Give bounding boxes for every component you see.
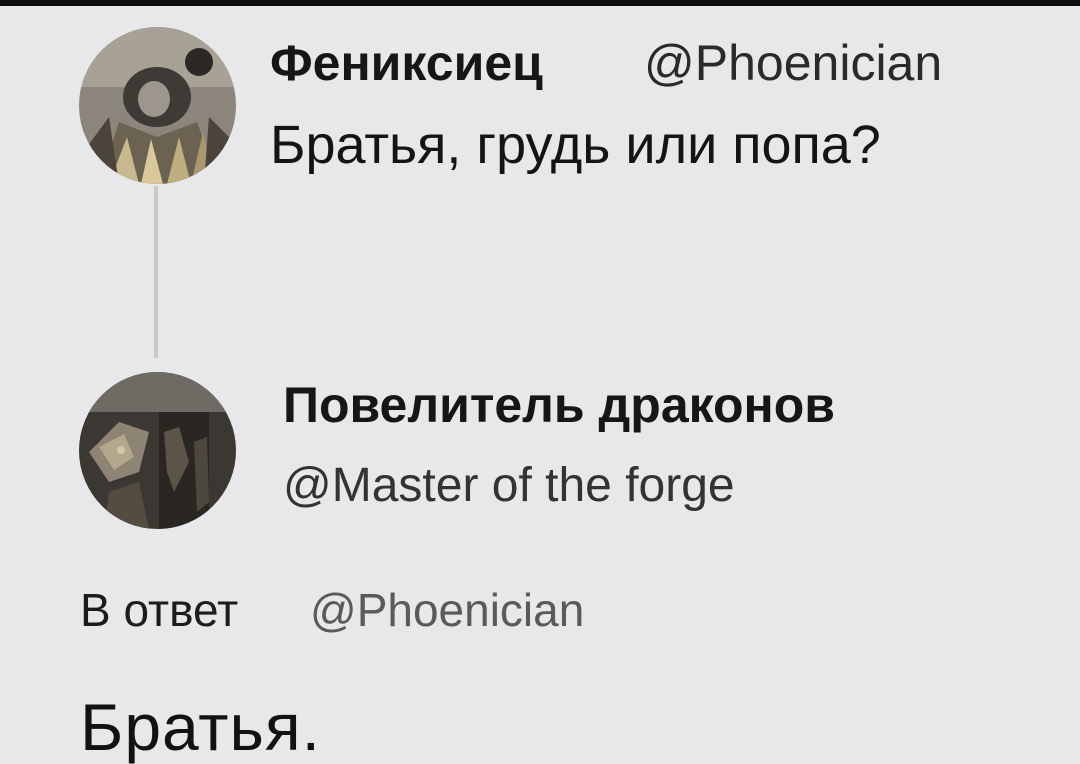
tweet-text: Братья, грудь или попа? [270, 115, 881, 175]
user-handle[interactable]: @Phoenician [644, 38, 942, 88]
display-name[interactable]: Повелитель драконов [283, 380, 835, 430]
display-name[interactable]: Фениксиец [270, 38, 543, 88]
user-handle[interactable]: @Master of the forge [283, 462, 735, 510]
thread-connector-line [154, 186, 158, 358]
reply-to-label: В ответ [80, 584, 239, 636]
avatar[interactable] [79, 372, 236, 529]
top-border [0, 0, 1080, 6]
avatar[interactable] [79, 27, 236, 184]
dragon-avatar-icon [79, 372, 236, 529]
tweet-text: Братья. [80, 690, 321, 764]
armored-figure-avatar-icon [79, 27, 236, 184]
reply-to-handle-link[interactable]: @Phoenician [310, 587, 584, 633]
